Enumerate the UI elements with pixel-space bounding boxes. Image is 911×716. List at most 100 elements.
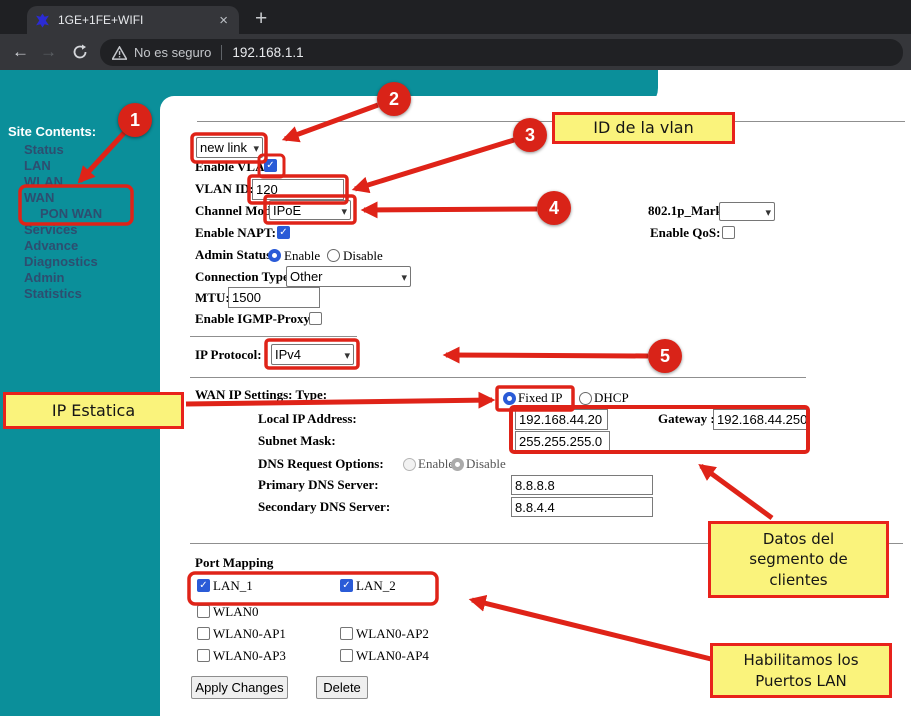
- dns-enable-radio[interactable]: [403, 458, 416, 471]
- vlan-id-label: VLAN ID:: [195, 181, 254, 197]
- security-warning-text: No es seguro: [134, 45, 211, 60]
- port-wlan0-ap2-label: WLAN0-AP2: [356, 626, 429, 642]
- dhcp-label: DHCP: [594, 390, 629, 406]
- connection-type-label: Connection Type:: [195, 269, 293, 285]
- gateway-input[interactable]: 192.168.44.250: [713, 409, 807, 430]
- sidebar-item-statistics[interactable]: Statistics: [24, 286, 82, 301]
- reload-icon[interactable]: [72, 44, 88, 60]
- port-wlan0-ap1-label: WLAN0-AP1: [213, 626, 286, 642]
- tab-title: 1GE+1FE+WIFI: [58, 13, 216, 27]
- dns-options-label: DNS Request Options:: [258, 456, 384, 472]
- primary-dns-label: Primary DNS Server:: [258, 477, 379, 493]
- callout-5: 5: [648, 339, 682, 373]
- connection-type-value: Other: [290, 269, 323, 284]
- browser-tab[interactable]: 1GE+1FE+WIFI ×: [27, 6, 239, 34]
- dns-disable-radio[interactable]: [451, 458, 464, 471]
- sidebar-item-diagnostics[interactable]: Diagnostics: [24, 254, 98, 269]
- port-wlan0-ap1-checkbox[interactable]: [197, 627, 210, 640]
- enable-napt-label: Enable NAPT:: [195, 225, 276, 241]
- port-wlan0-checkbox[interactable]: [197, 605, 210, 618]
- chevron-down-icon: [344, 347, 350, 362]
- delete-button[interactable]: Delete: [316, 676, 368, 699]
- chevron-down-icon: [253, 140, 259, 155]
- channel-mode-label: Channel Mode: [195, 203, 277, 219]
- enable-qos-label: Enable QoS:: [650, 225, 720, 241]
- secondary-dns-input[interactable]: 8.8.4.4: [511, 497, 653, 517]
- sidebar-item-wan[interactable]: WAN: [24, 190, 54, 205]
- sidebar-item-pon-wan[interactable]: PON WAN: [40, 206, 102, 221]
- sidebar-item-advance[interactable]: Advance: [24, 238, 78, 253]
- port-mapping-heading: Port Mapping: [195, 555, 273, 571]
- port-wlan0-ap3-checkbox[interactable]: [197, 649, 210, 662]
- link-select-value: new link: [200, 140, 247, 155]
- sidebar-item-admin[interactable]: Admin: [24, 270, 64, 285]
- chevron-down-icon: [341, 203, 347, 218]
- enable-qos-checkbox[interactable]: [722, 226, 735, 239]
- fixed-ip-radio[interactable]: [503, 392, 516, 405]
- local-ip-label: Local IP Address:: [258, 411, 357, 427]
- admin-status-label: Admin Status:: [195, 247, 276, 263]
- not-secure-warning-icon: [112, 46, 127, 60]
- channel-mode-select[interactable]: IPoE: [269, 200, 351, 220]
- tab-close-icon[interactable]: ×: [216, 13, 231, 28]
- admin-status-enable-radio[interactable]: [268, 249, 281, 262]
- chevron-down-icon: [401, 269, 407, 284]
- subnet-mask-input[interactable]: 255.255.255.0: [515, 431, 610, 452]
- fixed-ip-label: Fixed IP: [518, 390, 562, 406]
- port-lan2-checkbox[interactable]: [340, 579, 353, 592]
- sidebar-item-lan[interactable]: LAN: [24, 158, 51, 173]
- port-wlan0-label: WLAN0: [213, 604, 259, 620]
- enable-napt-checkbox[interactable]: [277, 226, 290, 239]
- divider-top: [197, 121, 905, 122]
- divider-ip-protocol-top: [190, 336, 357, 337]
- dhcp-radio[interactable]: [579, 392, 592, 405]
- url-text: 192.168.1.1: [232, 45, 303, 60]
- 8021p-mark-label: 802.1p_Mark: [648, 203, 723, 219]
- ip-protocol-value: IPv4: [275, 347, 301, 362]
- mtu-label: MTU:: [195, 290, 230, 306]
- note-lan-ports: Habilitamos los Puertos LAN: [710, 643, 892, 698]
- ip-protocol-select[interactable]: IPv4: [271, 344, 354, 365]
- gateway-label: Gateway :: [658, 411, 715, 427]
- note-client-segment: Datos del segmento de clientes: [708, 521, 889, 598]
- address-bar[interactable]: No es seguro 192.168.1.1: [100, 39, 903, 66]
- favicon-icon: [35, 13, 50, 28]
- enable-vlan-checkbox[interactable]: [264, 159, 277, 172]
- forward-icon[interactable]: →: [40, 42, 57, 62]
- port-wlan0-ap3-label: WLAN0-AP3: [213, 648, 286, 664]
- local-ip-input[interactable]: 192.168.44.20: [515, 409, 608, 430]
- connection-type-select[interactable]: Other: [286, 266, 411, 287]
- port-wlan0-ap4-checkbox[interactable]: [340, 649, 353, 662]
- callout-3: 3: [513, 118, 547, 152]
- primary-dns-input[interactable]: 8.8.8.8: [511, 475, 653, 495]
- ip-protocol-label: IP Protocol:: [195, 347, 262, 363]
- link-select[interactable]: new link: [196, 137, 263, 158]
- chevron-down-icon: [765, 204, 771, 219]
- igmp-proxy-checkbox[interactable]: [309, 312, 322, 325]
- admin-status-disable-radio[interactable]: [327, 249, 340, 262]
- url-divider: [221, 45, 222, 60]
- sidebar-item-services[interactable]: Services: [24, 222, 78, 237]
- divider-ip-protocol-bottom: [190, 377, 806, 378]
- screen: 1GE+1FE+WIFI × + ← → No es seguro 192.16…: [0, 0, 911, 716]
- sidebar-item-status[interactable]: Status: [24, 142, 64, 157]
- back-icon[interactable]: ←: [12, 42, 29, 62]
- port-wlan0-ap2-checkbox[interactable]: [340, 627, 353, 640]
- browser-toolbar: ← → No es seguro 192.168.1.1: [0, 34, 911, 70]
- subnet-mask-label: Subnet Mask:: [258, 433, 336, 449]
- note-static-ip: IP Estatica: [3, 392, 184, 429]
- port-lan2-label: LAN_2: [356, 578, 396, 594]
- vlan-id-input[interactable]: 120: [252, 179, 344, 200]
- channel-mode-value: IPoE: [273, 203, 301, 218]
- dns-disable-label: Disable: [466, 456, 506, 472]
- sidebar-item-wlan[interactable]: WLAN: [24, 174, 63, 189]
- note-vlan-id: ID de la vlan: [552, 112, 735, 144]
- new-tab-button[interactable]: +: [255, 8, 267, 30]
- 8021p-mark-select[interactable]: [719, 202, 775, 221]
- port-lan1-checkbox[interactable]: [197, 579, 210, 592]
- port-lan1-label: LAN_1: [213, 578, 253, 594]
- dns-enable-label: Enable: [418, 456, 454, 472]
- mtu-input[interactable]: 1500: [228, 287, 320, 308]
- tab-bar: 1GE+1FE+WIFI × +: [0, 0, 911, 34]
- apply-changes-button[interactable]: Apply Changes: [191, 676, 288, 699]
